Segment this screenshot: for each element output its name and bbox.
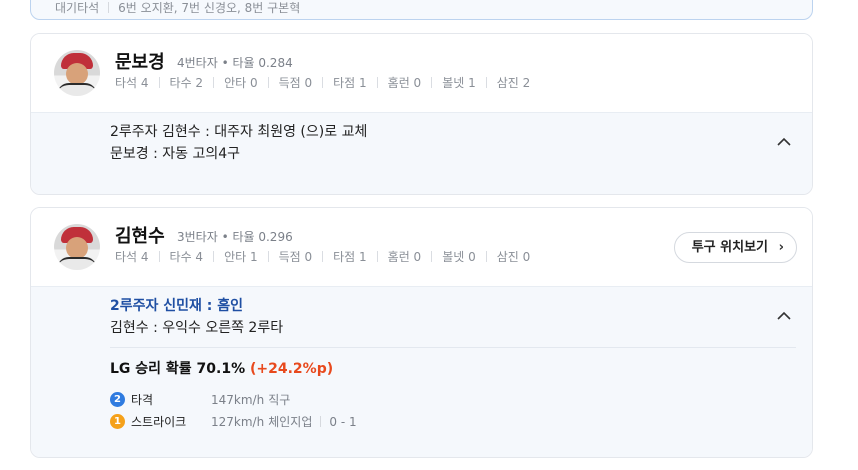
player-name[interactable]: 김현수 bbox=[115, 222, 165, 248]
pitch-type: 직구 bbox=[268, 392, 291, 407]
waiting-batters-line: 대기타석 6번 오지환, 7번 신경오, 8번 구본혁 bbox=[55, 0, 300, 16]
stat-item: 삼진 2 bbox=[496, 76, 531, 90]
stat-item: 타점 1 bbox=[333, 250, 367, 264]
pitch-speed: 147km/h bbox=[211, 392, 265, 407]
pitch-count: 0 - 1 bbox=[329, 414, 357, 429]
pitch-result: 스트라이크 bbox=[131, 414, 187, 429]
pitch-number-badge: 2 bbox=[110, 392, 125, 407]
pitch-speed: 127km/h bbox=[211, 414, 265, 429]
stat-item: 득점 0 bbox=[278, 250, 313, 264]
stat-item: 안타 1 bbox=[224, 250, 258, 264]
player-meta: 3번타자 • 타율 0.296 bbox=[177, 230, 293, 244]
win-probability-label: LG 승리 확률 70.1% bbox=[110, 361, 246, 377]
player-avatar bbox=[54, 50, 100, 96]
stat-item: 볼넷 0 bbox=[442, 250, 476, 264]
chevron-up-icon[interactable] bbox=[776, 134, 792, 150]
batter-header: 문보경 4번타자 • 타율 0.284 타석 4 타수 2 안타 0 득점 0 타점 1… bbox=[31, 34, 812, 112]
player-meta: 4번타자 • 타율 0.284 bbox=[177, 56, 293, 70]
event-line: 2루주자 김현수 : 대주자 최원영 (으)로 교체 bbox=[110, 124, 368, 140]
pitch-location-button[interactable]: 투구 위치보기 › bbox=[673, 232, 797, 263]
batter-card: 문보경 4번타자 • 타율 0.284 타석 4 타수 2 안타 0 득점 0 타점 1… bbox=[30, 33, 813, 195]
stat-item: 홈런 0 bbox=[387, 250, 422, 264]
win-probability-delta: (+24.2%p) bbox=[250, 361, 334, 377]
stat-item: 삼진 0 bbox=[496, 250, 531, 264]
stat-item: 홈런 0 bbox=[387, 76, 422, 90]
player-name[interactable]: 문보경 bbox=[115, 48, 165, 74]
waiting-batters-label: 대기타석 bbox=[55, 1, 100, 15]
pitch-row: 2 타격 147km/h 직구 bbox=[110, 391, 290, 407]
pitch-row: 1 스트라이크 127km/h 체인지업 0 - 1 bbox=[110, 413, 357, 429]
player-stats: 타석 4 타수 2 안타 0 득점 0 타점 1 홈런 0 볼넷 1 삼진 2 bbox=[115, 74, 530, 91]
pitch-type: 체인지업 bbox=[268, 414, 313, 429]
stat-item: 타수 2 bbox=[169, 76, 204, 90]
event-detail: 2루주자 신민재 : 홈인 김현수 : 우익수 오른쪽 2루타 LG 승리 확률… bbox=[31, 286, 812, 457]
batter-header: 김현수 3번타자 • 타율 0.296 타석 4 타수 4 안타 1 득점 0 타점 1… bbox=[31, 208, 812, 286]
player-stats: 타석 4 타수 4 안타 1 득점 0 타점 1 홈런 0 볼넷 0 삼진 0 bbox=[115, 248, 530, 265]
waiting-batters-card: 대기타석 6번 오지환, 7번 신경오, 8번 구본혁 bbox=[30, 0, 813, 20]
event-line-highlight: 2루주자 신민재 : 홈인 bbox=[110, 298, 244, 314]
divider bbox=[108, 2, 110, 13]
stat-item: 볼넷 1 bbox=[442, 76, 476, 90]
chevron-up-icon[interactable] bbox=[776, 308, 792, 324]
divider bbox=[110, 347, 796, 348]
player-avatar bbox=[54, 224, 100, 270]
stat-item: 안타 0 bbox=[224, 76, 258, 90]
event-detail: 2루주자 김현수 : 대주자 최원영 (으)로 교체 문보경 : 자동 고의4구 bbox=[31, 112, 812, 194]
stat-item: 득점 0 bbox=[278, 76, 313, 90]
event-line: 김현수 : 우익수 오른쪽 2루타 bbox=[110, 320, 284, 336]
pitch-location-button-label: 투구 위치보기 bbox=[691, 240, 768, 255]
pitch-number-badge: 1 bbox=[110, 414, 125, 429]
stat-item: 타수 4 bbox=[169, 250, 204, 264]
event-line: 문보경 : 자동 고의4구 bbox=[110, 146, 241, 162]
stat-item: 타석 4 bbox=[115, 76, 149, 90]
chevron-right-icon: › bbox=[778, 240, 784, 255]
batter-card: 김현수 3번타자 • 타율 0.296 타석 4 타수 4 안타 1 득점 0 타점 1… bbox=[30, 207, 813, 458]
divider bbox=[320, 416, 322, 427]
stat-item: 타점 1 bbox=[333, 76, 367, 90]
win-probability: LG 승리 확률 70.1% (+24.2%p) bbox=[110, 358, 333, 378]
pitch-result: 타격 bbox=[131, 392, 154, 407]
stat-item: 타석 4 bbox=[115, 250, 149, 264]
waiting-batters-detail: 6번 오지환, 7번 신경오, 8번 구본혁 bbox=[118, 1, 301, 15]
